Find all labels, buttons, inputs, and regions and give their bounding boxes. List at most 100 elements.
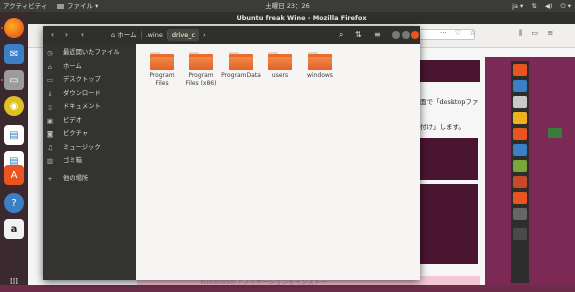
system-indicators[interactable]: ja ▾ ⇅ ◀) ⏻ ▾ <box>506 0 571 12</box>
embedded-settings-icon <box>513 208 527 220</box>
sidebar-item-recent[interactable]: ◷ 最近開いたファイル <box>43 47 136 59</box>
sidebar-item-other-locations[interactable]: + 他の場所 <box>43 173 136 185</box>
sidebar-item-pictures[interactable]: ◙ ピクチャ <box>43 128 136 140</box>
sidebar-item-label: 最近開いたファイル <box>63 49 120 56</box>
breadcrumb-left-arrow[interactable]: ‹ <box>77 29 88 40</box>
sidebar-item-trash[interactable]: ▥ ゴミ箱 <box>43 155 136 167</box>
embedded-music-icon <box>513 112 527 124</box>
embedded-mail-icon <box>513 80 527 92</box>
embedded-firefox-icon <box>513 64 527 76</box>
maximize-button[interactable] <box>402 31 410 39</box>
crumb-home[interactable]: ⌂ ホーム <box>107 29 141 41</box>
sidebar-item-label: ホーム <box>63 63 82 70</box>
file-manager-header: ‹ › ‹ ⌂ ホーム .wine drive_c › ⌕ ⇅ ≡ <box>43 26 420 44</box>
back-button[interactable]: ‹ <box>47 29 58 40</box>
software-icon[interactable]: A <box>4 165 24 185</box>
amazon-icon[interactable]: a <box>4 219 24 239</box>
top-panel: アクティビティ ファイル ▾ 土曜日 23：26 ja ▾ ⇅ ◀) ⏻ ▾ <box>0 0 575 12</box>
sidebar-item-documents[interactable]: ▯ ドキュメント <box>43 101 136 113</box>
crumb-wine[interactable]: .wine <box>142 29 167 41</box>
input-method[interactable]: ja ▾ <box>512 2 523 10</box>
close-button[interactable] <box>411 31 419 39</box>
crumb-drive-c[interactable]: drive_c <box>167 29 200 41</box>
menu-icon[interactable]: ≡ <box>374 29 381 40</box>
minimize-button[interactable] <box>392 31 400 39</box>
page-banner <box>420 60 480 82</box>
breadcrumb-right-arrow[interactable]: › <box>199 29 210 41</box>
forward-button[interactable]: › <box>61 29 72 40</box>
file-manager-window: ‹ › ‹ ⌂ ホーム .wine drive_c › ⌕ ⇅ ≡ ◷ 最近開いた… <box>43 26 420 280</box>
running-indicator <box>1 27 3 29</box>
sidebar-item-desktop[interactable]: ▭ デスクトップ <box>43 74 136 86</box>
camera-icon: ◙ <box>46 130 54 138</box>
sidebar-item-label: ドキュメント <box>63 103 101 110</box>
rhythmbox-icon[interactable]: ◉ <box>4 96 24 116</box>
crumb-home-label: ホーム <box>117 31 137 39</box>
folder-program-files-x86[interactable]: Program Files (x86) <box>181 52 221 102</box>
thunderbird-icon[interactable]: ✉ <box>4 44 24 64</box>
file-name: windows <box>307 72 333 79</box>
embedded-desktop-screenshot <box>485 57 575 285</box>
folder-windows[interactable]: windows <box>300 52 340 102</box>
sidebar-item-videos[interactable]: ▣ ビデオ <box>43 115 136 127</box>
folder-icon <box>189 52 213 70</box>
plus-icon: + <box>47 175 53 183</box>
clock[interactable]: 土曜日 23：26 <box>0 0 575 12</box>
sidebar-item-label: ピクチャ <box>63 130 89 137</box>
running-indicator <box>1 79 3 81</box>
file-name: ProgramData <box>221 72 261 79</box>
file-view: Program Files Program Files (x86) Progra… <box>136 44 420 280</box>
embedded-impress-icon <box>513 176 527 188</box>
firefox-right-toolbar: ⫼ ▭ ≡ <box>519 29 560 38</box>
folder-icon <box>150 52 174 70</box>
library-icon[interactable]: ⫼ <box>519 29 522 37</box>
files-icon[interactable]: ▭ <box>4 70 24 90</box>
sidebar-item-label: デスクトップ <box>63 76 101 83</box>
page-screenshot-2 <box>420 184 478 264</box>
page-screenshot <box>420 138 478 180</box>
music-icon: ♫ <box>47 144 53 152</box>
trash-icon: ▥ <box>46 157 54 165</box>
file-name: Program Files <box>149 72 175 87</box>
embedded-app-icon <box>513 128 527 140</box>
clock-icon: ◷ <box>47 49 53 57</box>
writer-icon[interactable]: ▤ <box>4 125 24 145</box>
page-text-2: 付け」します。 <box>420 123 465 131</box>
sidebar-item-home[interactable]: ⌂ ホーム <box>43 61 136 73</box>
view-options-icon[interactable]: ⇅ <box>355 29 362 40</box>
folder-program-files[interactable]: Program Files <box>142 52 182 102</box>
help-icon[interactable]: ? <box>4 193 24 213</box>
firefox-icon[interactable] <box>4 18 24 38</box>
app-grid-icon[interactable]: ⁞⁞⁞ <box>4 272 24 292</box>
document-icon: ▯ <box>48 103 52 111</box>
volume-icon[interactable]: ◀) <box>545 2 553 10</box>
sidebar-item-downloads[interactable]: ↓ ダウンロード <box>43 88 136 100</box>
more-icon[interactable]: ··· <box>440 29 447 37</box>
embedded-calc-icon <box>513 160 527 172</box>
file-name: Program Files (x86) <box>185 72 217 87</box>
embedded-docs-icon <box>513 144 527 156</box>
folder-programdata[interactable]: ProgramData <box>221 52 261 102</box>
sidebar-item-label: ミュージック <box>63 144 101 151</box>
star-icon[interactable]: ☆ <box>469 29 475 37</box>
menu-icon[interactable]: ≡ <box>547 29 553 37</box>
embedded-desktop-icon <box>548 128 562 138</box>
firefox-title: Ubuntu freak Wine - Mozilla Firefox <box>28 12 575 24</box>
search-icon[interactable]: ⌕ <box>339 29 343 40</box>
power-icon[interactable]: ⏻ ▾ <box>561 2 571 10</box>
sidebar-item-label: ゴミ箱 <box>63 157 82 164</box>
folder-icon: ▭ <box>46 76 54 84</box>
sidebar-item-label: ビデオ <box>63 117 82 124</box>
embedded-files-icon <box>513 96 527 108</box>
network-icon[interactable]: ⇅ <box>531 2 536 10</box>
home-icon: ⌂ <box>47 63 53 71</box>
embedded-trash-icon <box>513 228 527 240</box>
sidebar-icon[interactable]: ▭ <box>531 29 538 37</box>
folder-users[interactable]: users <box>260 52 300 102</box>
folder-icon <box>229 52 253 70</box>
file-name: users <box>271 72 289 79</box>
sidebar-item-label: ダウンロード <box>63 90 101 97</box>
sidebar-item-music[interactable]: ♫ ミュージック <box>43 142 136 154</box>
video-icon: ▣ <box>46 117 54 125</box>
pocket-icon[interactable]: ♡ <box>455 29 461 37</box>
